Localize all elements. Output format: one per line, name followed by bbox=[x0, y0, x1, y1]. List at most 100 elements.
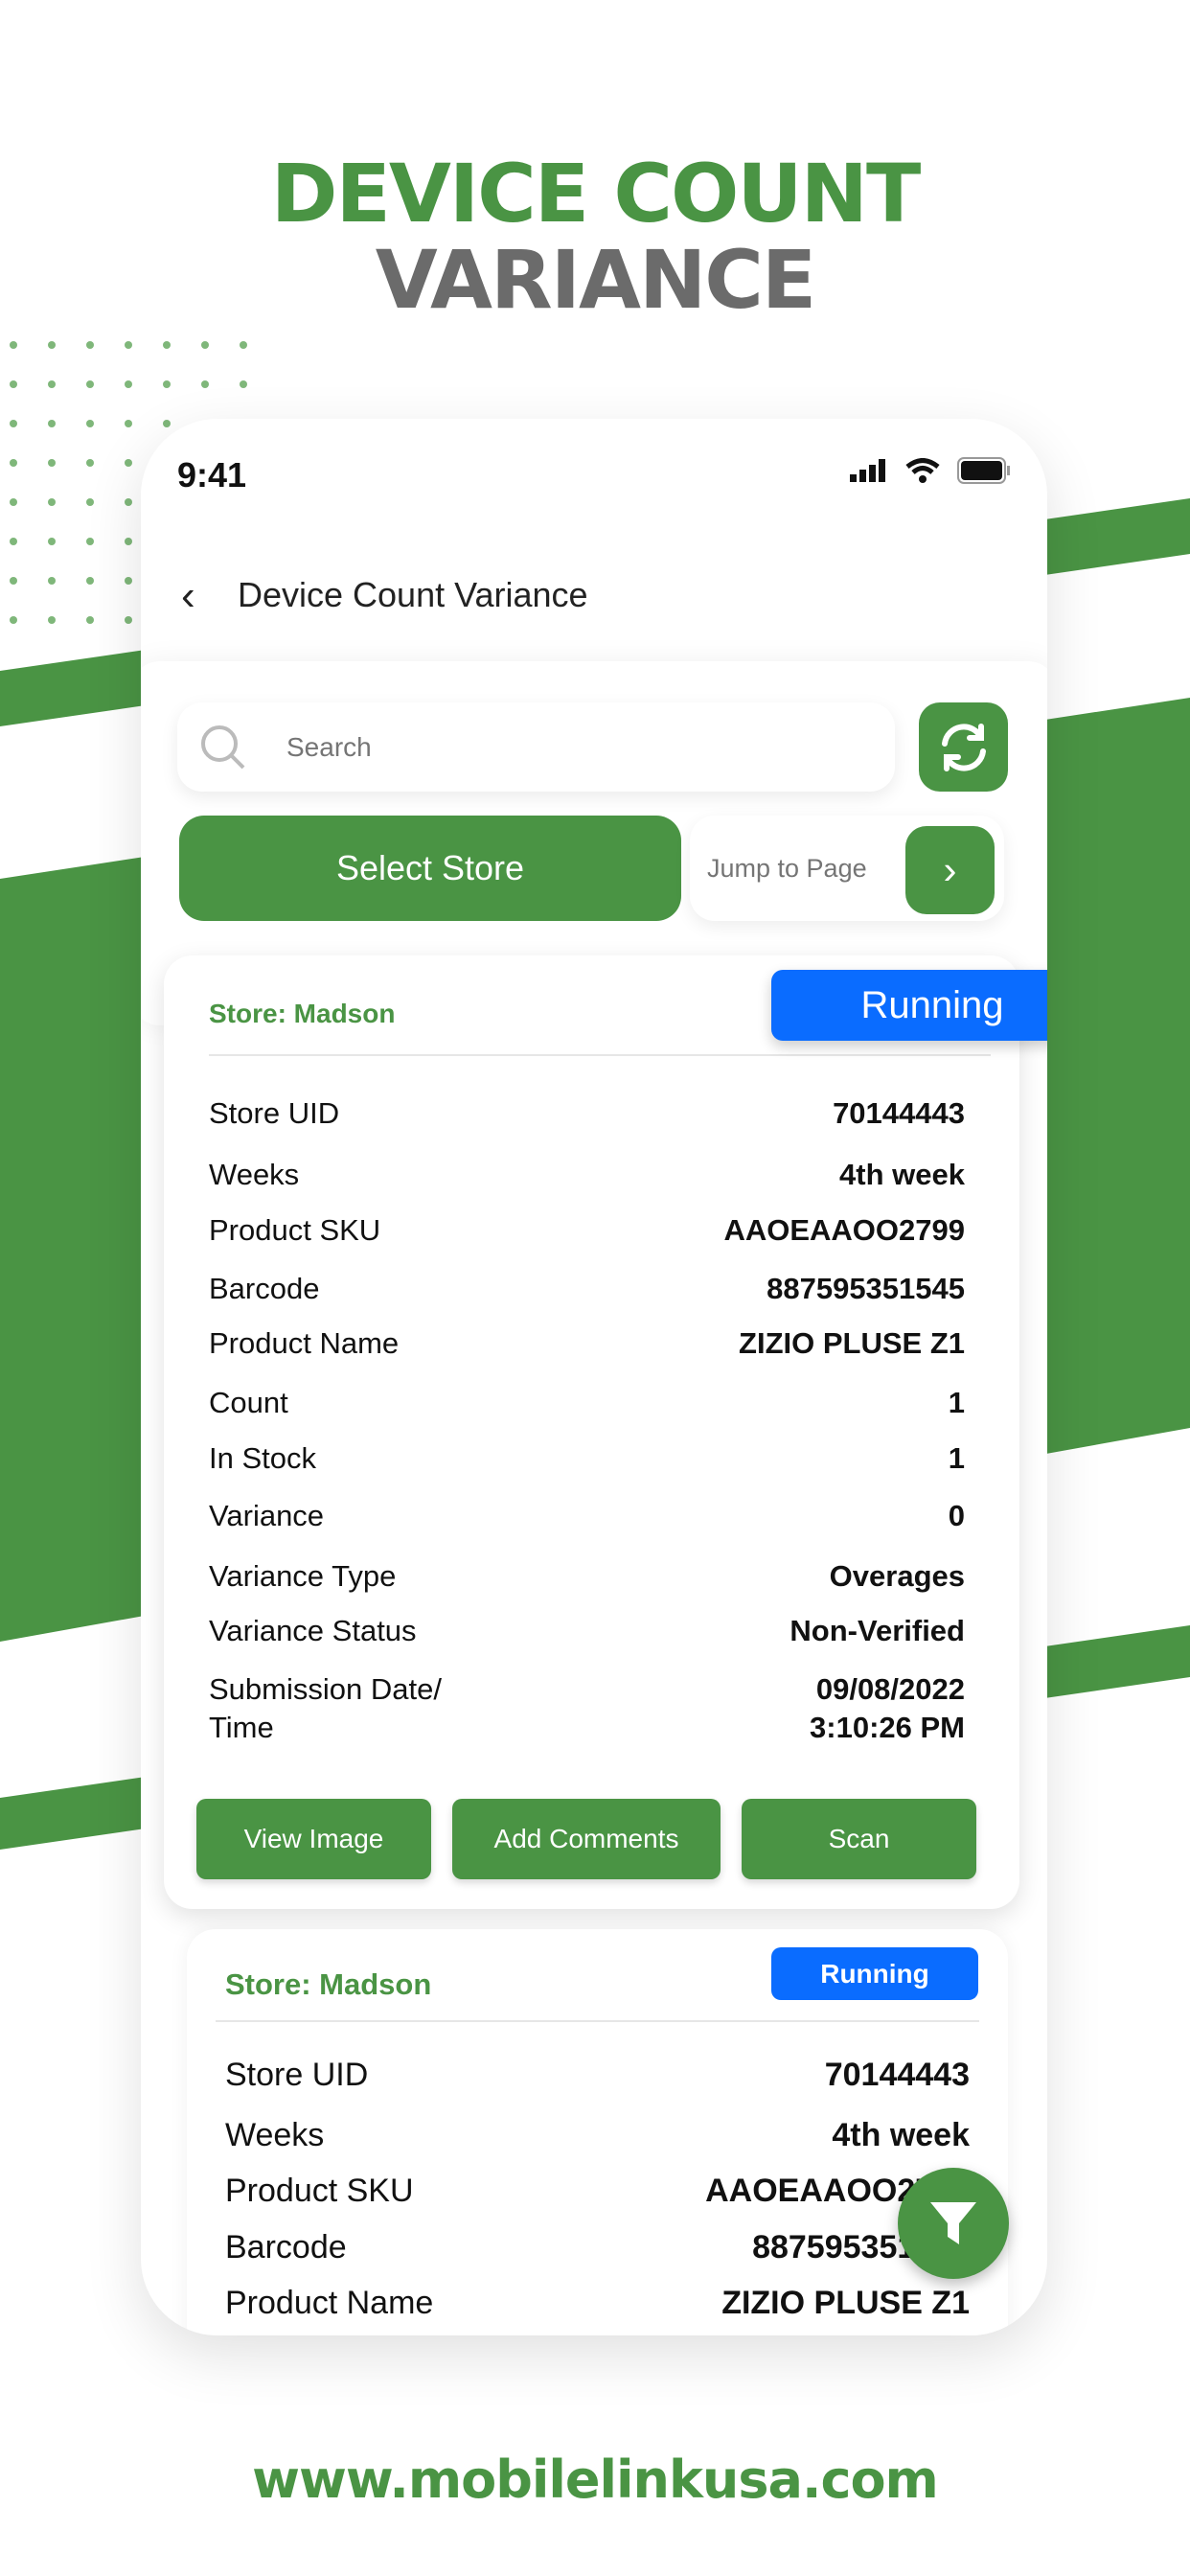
field-label: Product SKU bbox=[209, 1213, 381, 1247]
decor-dot bbox=[86, 616, 94, 624]
decor-dot bbox=[125, 538, 132, 545]
store-name: Store: Madson bbox=[209, 999, 396, 1028]
decor-dot bbox=[48, 538, 56, 545]
decor-dot bbox=[125, 616, 132, 624]
refresh-button[interactable] bbox=[919, 702, 1008, 792]
field-value: ZIZIO PLUSE Z1 bbox=[739, 1326, 965, 1360]
decor-dot bbox=[10, 380, 17, 388]
field-value: 1 bbox=[948, 1441, 965, 1475]
hero-title-line1: DEVICE COUNT bbox=[270, 147, 922, 241]
field-label: Product Name bbox=[225, 2285, 434, 2321]
decor-dot bbox=[201, 341, 209, 349]
decor-dot bbox=[86, 538, 94, 545]
status-time: 9:41 bbox=[177, 455, 247, 494]
field-value: 1 bbox=[948, 1386, 965, 1419]
field-value: Overages bbox=[829, 1559, 965, 1593]
field-label: Count bbox=[209, 1386, 288, 1419]
decor-dot bbox=[48, 341, 56, 349]
decor-dot bbox=[125, 498, 132, 506]
signal-icon bbox=[850, 459, 885, 482]
status-badge: Running bbox=[771, 970, 1047, 1041]
field-value: 0 bbox=[948, 1499, 965, 1532]
decor-dot bbox=[10, 538, 17, 545]
chevron-left-icon[interactable]: ‹ bbox=[181, 572, 195, 620]
jump-to-page-input[interactable] bbox=[707, 853, 899, 884]
decor-dot bbox=[48, 498, 56, 506]
decor-dot bbox=[48, 577, 56, 585]
decor-dot bbox=[201, 380, 209, 388]
decor-dot bbox=[163, 380, 171, 388]
field-label: Count bbox=[225, 2334, 312, 2335]
battery-icon bbox=[957, 457, 1010, 484]
decor-dot bbox=[240, 380, 247, 388]
hero-title-line2: VARIANCE bbox=[375, 233, 817, 327]
refresh-icon bbox=[941, 723, 986, 771]
field-label: Variance bbox=[209, 1499, 325, 1532]
field-value: 887595351545 bbox=[767, 1272, 965, 1305]
decor-dot bbox=[240, 341, 247, 349]
search-input[interactable] bbox=[286, 731, 766, 763]
field-label: Product Name bbox=[209, 1326, 400, 1360]
decor-dot bbox=[48, 420, 56, 427]
decor-dot bbox=[86, 577, 94, 585]
search-icon bbox=[201, 724, 245, 769]
decor-dot bbox=[125, 577, 132, 585]
field-value: AAOEAAOO2799 bbox=[723, 1213, 965, 1247]
store-name: Store: Madson bbox=[225, 1967, 432, 2001]
wifi-icon bbox=[905, 458, 940, 483]
decor-dot bbox=[86, 498, 94, 506]
decor-dot bbox=[10, 498, 17, 506]
decor-dot bbox=[125, 420, 132, 427]
status-icons bbox=[850, 457, 1011, 484]
decor-dot bbox=[48, 380, 56, 388]
website-url[interactable]: www.mobilelinkusa.com bbox=[0, 2450, 1190, 2510]
field-label: Store UID bbox=[209, 1096, 340, 1130]
field-value: ZIZIO PLUSE Z1 bbox=[721, 2285, 970, 2321]
search-bar[interactable] bbox=[177, 702, 895, 792]
field-label: Variance Status bbox=[209, 1614, 417, 1647]
field-label: Store UID bbox=[225, 2057, 369, 2093]
divider bbox=[216, 2020, 979, 2022]
decor-dot bbox=[125, 459, 132, 467]
field-label: Variance Type bbox=[209, 1559, 397, 1593]
decor-dot bbox=[86, 341, 94, 349]
field-value: 70144443 bbox=[824, 2057, 970, 2093]
decor-dot bbox=[10, 616, 17, 624]
variance-card: Store: Madson Store UID 70144443 Weeks 4th … bbox=[164, 955, 1019, 1909]
filter-icon bbox=[930, 2202, 976, 2244]
scan-button[interactable]: Scan bbox=[742, 1799, 976, 1879]
decor-dot bbox=[125, 341, 132, 349]
field-value: 09/08/2022 3:10:26 PM bbox=[810, 1672, 965, 1745]
status-badge: Running bbox=[771, 1947, 978, 2000]
select-store-button[interactable]: Select Store bbox=[179, 816, 681, 921]
decor-dot bbox=[10, 341, 17, 349]
decor-dot bbox=[10, 577, 17, 585]
field-value: 1 bbox=[951, 2334, 970, 2335]
field-label: Barcode bbox=[225, 2229, 347, 2266]
filter-button[interactable] bbox=[898, 2168, 1009, 2279]
chevron-right-icon: › bbox=[943, 847, 957, 892]
field-label: Barcode bbox=[209, 1272, 320, 1305]
field-label: Submission Date/ Time bbox=[209, 1672, 442, 1745]
field-label: Product SKU bbox=[225, 2173, 414, 2209]
phone-frame: 9:41 ‹ Device Count Variance Select Stor… bbox=[141, 419, 1047, 2335]
jump-to-page: › bbox=[690, 816, 1004, 921]
field-value: 4th week bbox=[832, 2117, 970, 2153]
field-label: Weeks bbox=[225, 2117, 325, 2153]
variance-card: Store: Madson Running Store UID 70144443 W… bbox=[187, 1929, 1008, 2335]
decor-dot bbox=[86, 459, 94, 467]
field-value: Non-Verified bbox=[790, 1614, 965, 1647]
field-label: In Stock bbox=[209, 1441, 316, 1475]
field-value: 70144443 bbox=[833, 1096, 965, 1130]
jump-go-button[interactable]: › bbox=[905, 826, 995, 914]
view-image-button[interactable]: View Image bbox=[196, 1799, 431, 1879]
add-comments-button[interactable]: Add Comments bbox=[452, 1799, 721, 1879]
field-value: 4th week bbox=[839, 1158, 965, 1191]
divider bbox=[209, 1054, 991, 1056]
decor-dot bbox=[163, 341, 171, 349]
decor-dot bbox=[125, 380, 132, 388]
field-label: Weeks bbox=[209, 1158, 300, 1191]
decor-dot bbox=[86, 420, 94, 427]
decor-dot bbox=[48, 616, 56, 624]
decor-dot bbox=[10, 420, 17, 427]
